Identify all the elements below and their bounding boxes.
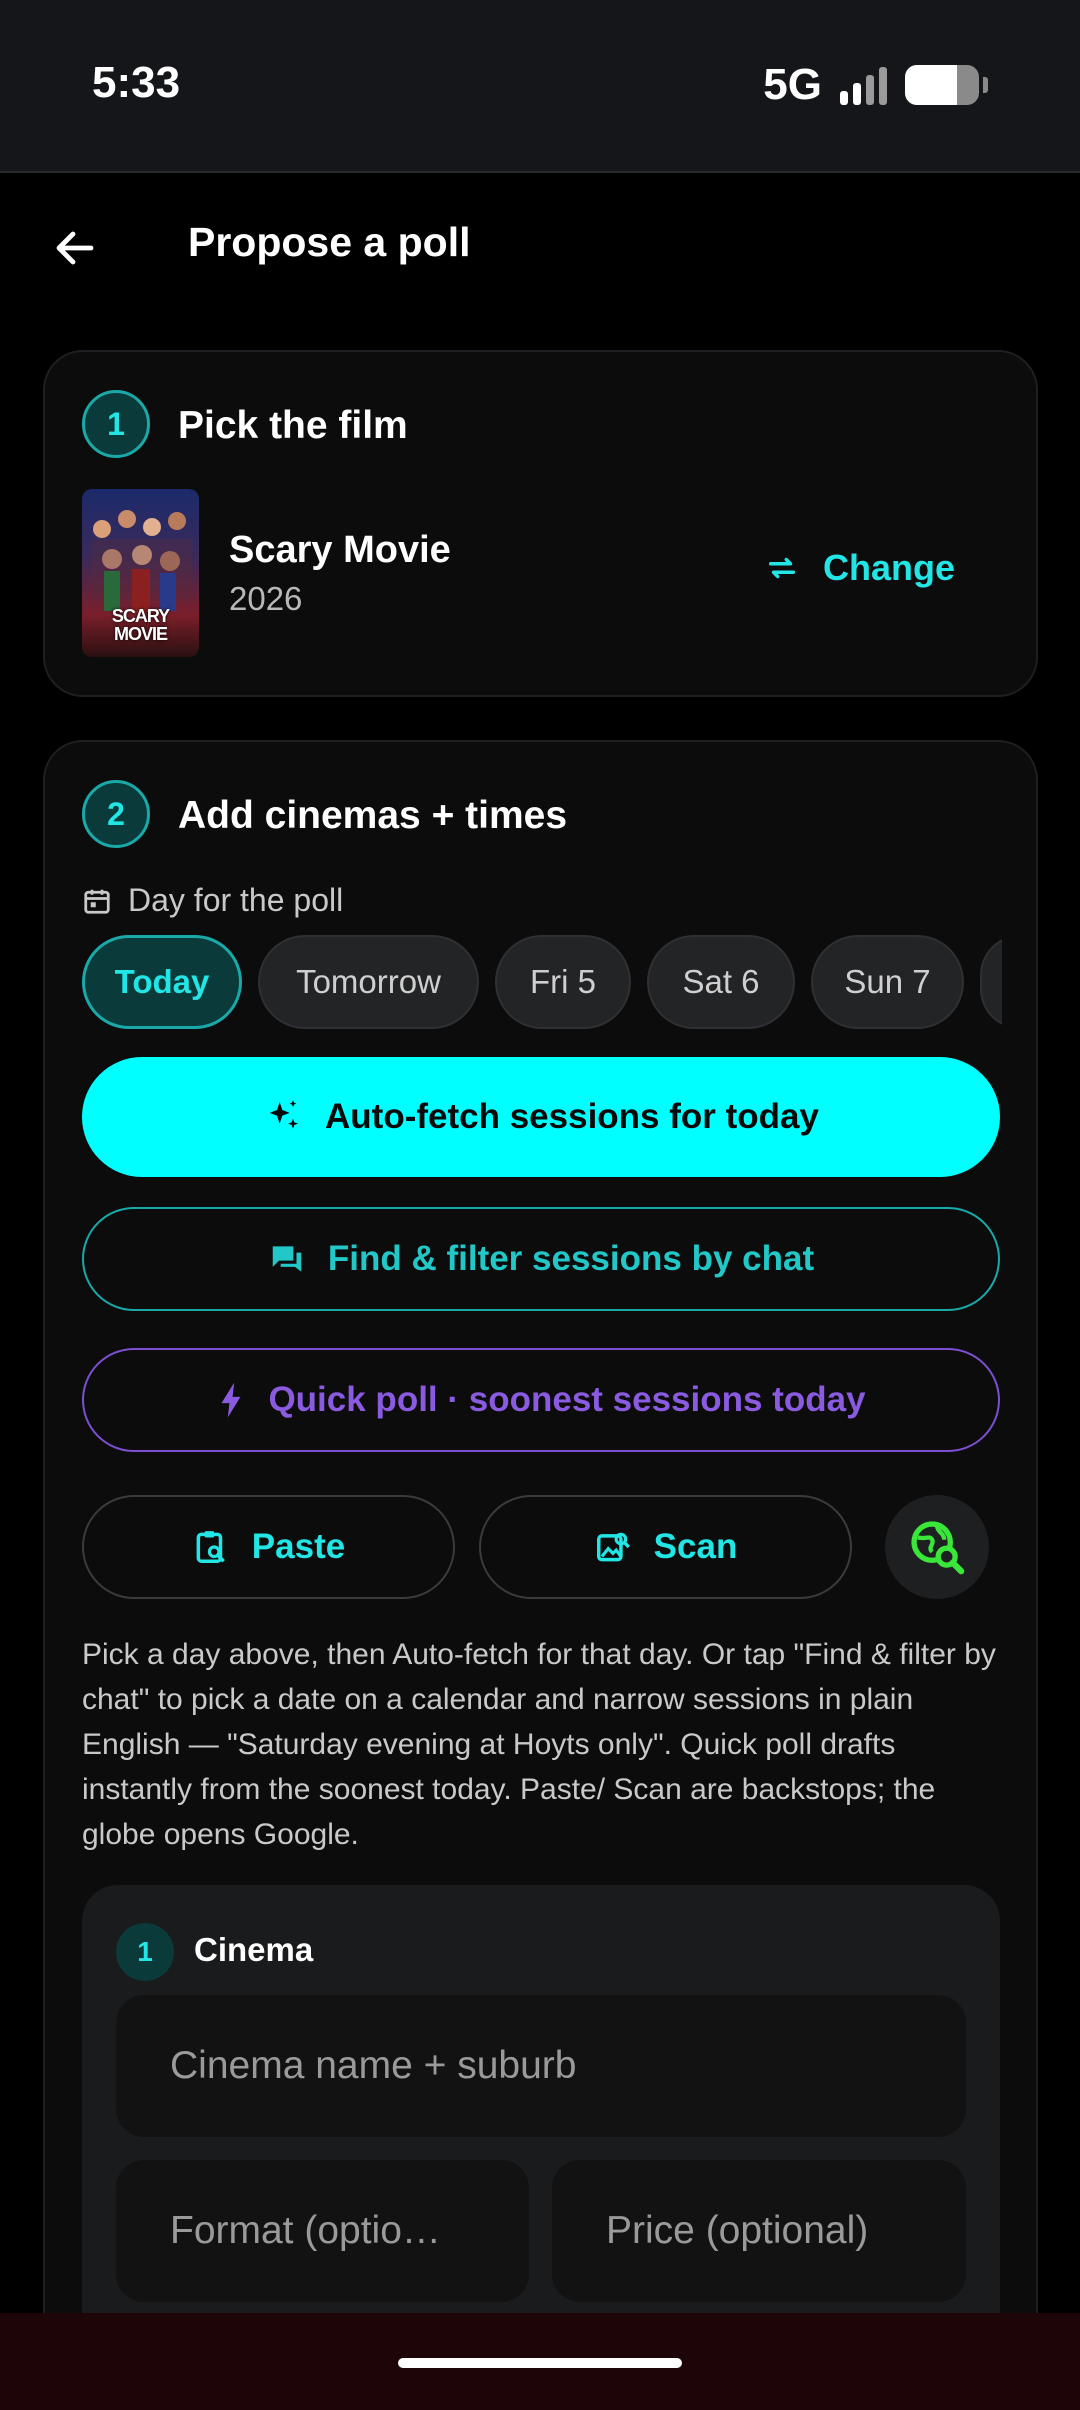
section-title: Add cinemas + times xyxy=(178,794,568,837)
add-sessions-card: 2 Add cinemas + times Day for the poll T… xyxy=(43,740,1038,2410)
section-title: Pick the film xyxy=(178,404,408,447)
calendar-icon xyxy=(84,889,110,914)
autofetch-button[interactable]: Auto-fetch sessions for today xyxy=(82,1057,1000,1177)
home-indicator[interactable] xyxy=(398,2358,682,2368)
quick-poll-label: Quick poll · soonest sessions today xyxy=(268,1380,866,1419)
cinema-label: Cinema xyxy=(194,1931,314,1968)
battery-icon xyxy=(905,65,979,105)
cinema-name-input[interactable]: Cinema name + suburb xyxy=(116,1995,966,2137)
battery-cap xyxy=(983,77,988,93)
day-chip-tomorrow[interactable]: Tomorrow xyxy=(258,935,479,1029)
step-number: 2 xyxy=(82,780,150,848)
day-label-text: Day for the poll xyxy=(128,882,344,918)
globe-search-icon xyxy=(911,1521,965,1575)
day-chips: Today Tomorrow Fri 5 Sat 6 Sun 7 xyxy=(82,935,1002,1031)
poster-title: SCARY MOVIE xyxy=(111,606,170,644)
network-type: 5G xyxy=(763,60,822,109)
signal-icon xyxy=(840,65,887,105)
swap-arrows-icon xyxy=(768,557,796,579)
day-chip-sun[interactable]: Sun 7 xyxy=(811,935,964,1029)
find-filter-chat-button[interactable]: Find & filter sessions by chat xyxy=(82,1207,1000,1311)
price-input[interactable]: Price (optional) xyxy=(552,2160,966,2302)
change-label: Change xyxy=(823,547,956,588)
image-search-icon xyxy=(596,1532,630,1562)
chat-icon xyxy=(272,1246,302,1272)
day-chip-sat[interactable]: Sat 6 xyxy=(647,935,795,1029)
film-title: Scary Movie xyxy=(229,529,451,571)
status-indicators: 5G xyxy=(763,60,988,110)
change-film-button[interactable]: Change xyxy=(765,547,955,589)
pick-film-card: 1 Pick the film SCARY MOVIE Scary Movie … xyxy=(43,350,1038,697)
day-chip-fri[interactable]: Fri 5 xyxy=(495,935,631,1029)
cinema-step-number: 1 xyxy=(116,1923,174,1981)
app-header: Propose a poll xyxy=(0,175,1080,315)
find-filter-label: Find & filter sessions by chat xyxy=(327,1239,815,1278)
day-chip-today[interactable]: Today xyxy=(82,935,242,1029)
paste-button[interactable]: Paste xyxy=(82,1495,455,1599)
clipboard-search-icon xyxy=(196,1531,225,1563)
scan-label: Scan xyxy=(653,1527,738,1566)
bolt-icon xyxy=(221,1382,241,1418)
arrow-left-icon xyxy=(56,231,94,265)
quick-poll-button[interactable]: Quick poll · soonest sessions today xyxy=(82,1348,1000,1452)
autofetch-label: Auto-fetch sessions for today xyxy=(325,1097,819,1136)
google-search-button[interactable] xyxy=(885,1495,989,1599)
status-bar: 5:33 5G xyxy=(0,0,1080,173)
scan-button[interactable]: Scan xyxy=(479,1495,852,1599)
page-title: Propose a poll xyxy=(188,219,471,265)
day-chip-more[interactable] xyxy=(980,935,1002,1029)
day-label: Day for the poll xyxy=(82,882,343,919)
film-poster: SCARY MOVIE xyxy=(82,489,199,657)
film-year: 2026 xyxy=(229,580,303,617)
back-button[interactable] xyxy=(40,213,110,283)
status-time: 5:33 xyxy=(92,58,181,107)
system-nav-bar xyxy=(0,2313,1080,2410)
help-text: Pick a day above, then Auto-fetch for th… xyxy=(82,1638,996,1851)
paste-label: Paste xyxy=(251,1527,346,1566)
sparkle-icon xyxy=(269,1100,299,1129)
step-number: 1 xyxy=(82,390,150,458)
format-input[interactable]: Format (optio… xyxy=(116,2160,529,2302)
